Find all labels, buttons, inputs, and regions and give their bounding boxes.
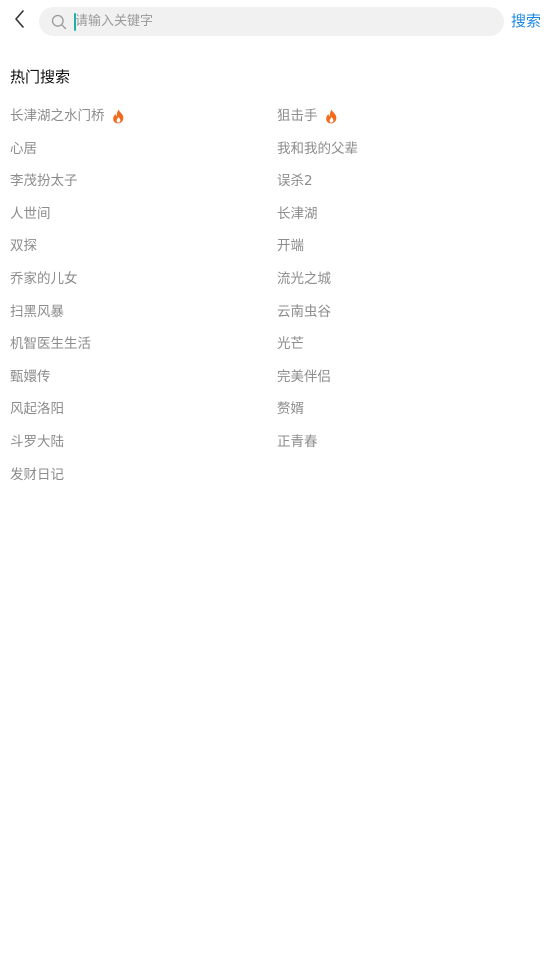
hot-search-item-label: 我和我的父辈 [277, 140, 358, 157]
hot-search-title: 热门搜索 [10, 68, 71, 86]
hot-search-item[interactable]: 开端 [277, 234, 304, 258]
hot-search-item[interactable]: 光芒 [277, 332, 304, 356]
hot-search-item[interactable]: 双探 [10, 234, 37, 258]
hot-search-item-label: 心居 [10, 140, 37, 157]
chevron-left-icon [13, 9, 27, 33]
hot-search-item-label: 人世间 [10, 205, 51, 222]
hot-search-item-label: 长津湖 [277, 205, 318, 222]
hot-search-item[interactable]: 赘婿 [277, 397, 304, 421]
hot-search-item[interactable]: 狙击手 [277, 104, 338, 128]
hot-search-item[interactable]: 扫黑风暴 [10, 300, 64, 324]
hot-search-item[interactable]: 我和我的父辈 [277, 137, 358, 161]
hot-search-item-label: 光芒 [277, 336, 304, 353]
hot-search-item[interactable]: 误杀2 [277, 169, 313, 193]
top-bar: 搜索 [0, 0, 555, 44]
hot-search-item[interactable]: 发财日记 [10, 463, 64, 487]
hot-search-item-label: 长津湖之水门桥 [10, 108, 105, 124]
hot-search-item-label: 完美伴侣 [277, 368, 331, 385]
fire-icon [112, 109, 125, 124]
hot-search-item[interactable]: 乔家的儿女 [10, 267, 78, 291]
hot-search-item-label: 流光之城 [277, 271, 331, 287]
hot-search-item[interactable]: 机智医生生活 [10, 332, 91, 356]
hot-search-item[interactable]: 完美伴侣 [277, 365, 331, 389]
hot-search-item-label: 发财日记 [10, 466, 64, 483]
hot-search-item[interactable]: 正青春 [277, 430, 318, 454]
hot-search-item[interactable]: 李茂扮太子 [10, 169, 78, 193]
hot-search-item[interactable]: 斗罗大陆 [10, 430, 64, 454]
fire-icon [325, 109, 338, 124]
hot-search-item-label: 正青春 [277, 434, 318, 450]
hot-search-item-label: 双探 [10, 238, 37, 255]
hot-search-item[interactable]: 甄嬛传 [10, 365, 51, 389]
hot-search-item-label: 赘婿 [277, 401, 304, 418]
search-button[interactable]: 搜索 [511, 10, 541, 32]
hot-search-item-label: 开端 [277, 238, 304, 255]
hot-search-item-label: 乔家的儿女 [10, 271, 78, 287]
hot-search-item[interactable]: 流光之城 [277, 267, 331, 291]
hot-search-item-label: 误杀2 [277, 173, 313, 190]
hot-search-item[interactable]: 长津湖 [277, 202, 318, 226]
hot-search-item[interactable]: 长津湖之水门桥 [10, 104, 125, 128]
hot-search-item-label: 李茂扮太子 [10, 173, 78, 190]
hot-search-item-label: 风起洛阳 [10, 401, 64, 418]
hot-search-item[interactable]: 云南虫谷 [277, 300, 331, 324]
hot-search-item-label: 甄嬛传 [10, 368, 51, 385]
search-input[interactable] [74, 10, 495, 33]
search-box[interactable] [39, 7, 504, 36]
hot-search-item[interactable]: 人世间 [10, 202, 51, 226]
hot-search-item-label: 斗罗大陆 [10, 434, 64, 450]
hot-search-item-label: 云南虫谷 [277, 303, 331, 320]
search-icon [51, 14, 67, 30]
hot-search-item[interactable]: 心居 [10, 137, 37, 161]
hot-search-item-label: 机智医生生活 [10, 336, 91, 353]
hot-search-item[interactable]: 风起洛阳 [10, 397, 64, 421]
back-button[interactable] [8, 8, 32, 34]
hot-search-item-label: 狙击手 [277, 108, 318, 124]
hot-search-item-label: 扫黑风暴 [10, 303, 64, 320]
